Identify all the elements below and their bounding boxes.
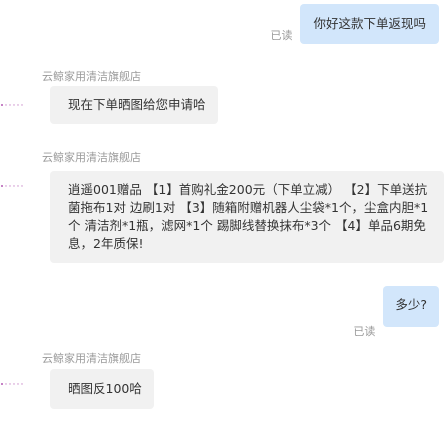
- message-row-outgoing: 已读 你好这款下单返现吗: [270, 4, 439, 44]
- message-row-outgoing: 已读 多少?: [353, 286, 439, 338]
- avatar-icon[interactable]: [0, 102, 30, 108]
- message-bubble-outgoing[interactable]: 你好这款下单返现吗: [300, 4, 439, 44]
- message-text: 你好这款下单返现吗: [313, 16, 426, 31]
- avatar-icon[interactable]: [0, 183, 30, 189]
- message-text: 逍遥001赠品 【1】首购礼金200元（下单立减） 【2】下单送抗菌拖布1对 边…: [68, 182, 429, 251]
- message-text: 多少?: [395, 297, 427, 312]
- sender-name: 云鲸家用清洁旗舰店: [42, 70, 141, 83]
- avatar-icon[interactable]: [0, 381, 30, 387]
- message-bubble-outgoing[interactable]: 多少?: [383, 286, 439, 327]
- chat-window: 已读 你好这款下单返现吗 云鲸家用清洁旗舰店 现在下单晒图给您申请哈 云鲸家用清…: [0, 0, 445, 430]
- message-text: 晒图反100哈: [68, 381, 142, 396]
- message-bubble-incoming[interactable]: 晒图反100哈: [50, 369, 154, 409]
- sender-name: 云鲸家用清洁旗舰店: [42, 151, 141, 164]
- read-status: 已读: [353, 325, 376, 338]
- message-bubble-incoming[interactable]: 现在下单晒图给您申请哈: [50, 86, 218, 124]
- message-bubble-incoming[interactable]: 逍遥001赠品 【1】首购礼金200元（下单立减） 【2】下单送抗菌拖布1对 边…: [50, 171, 444, 263]
- message-text: 现在下单晒图给您申请哈: [68, 97, 206, 112]
- sender-name: 云鲸家用清洁旗舰店: [42, 352, 141, 365]
- read-status: 已读: [270, 29, 293, 42]
